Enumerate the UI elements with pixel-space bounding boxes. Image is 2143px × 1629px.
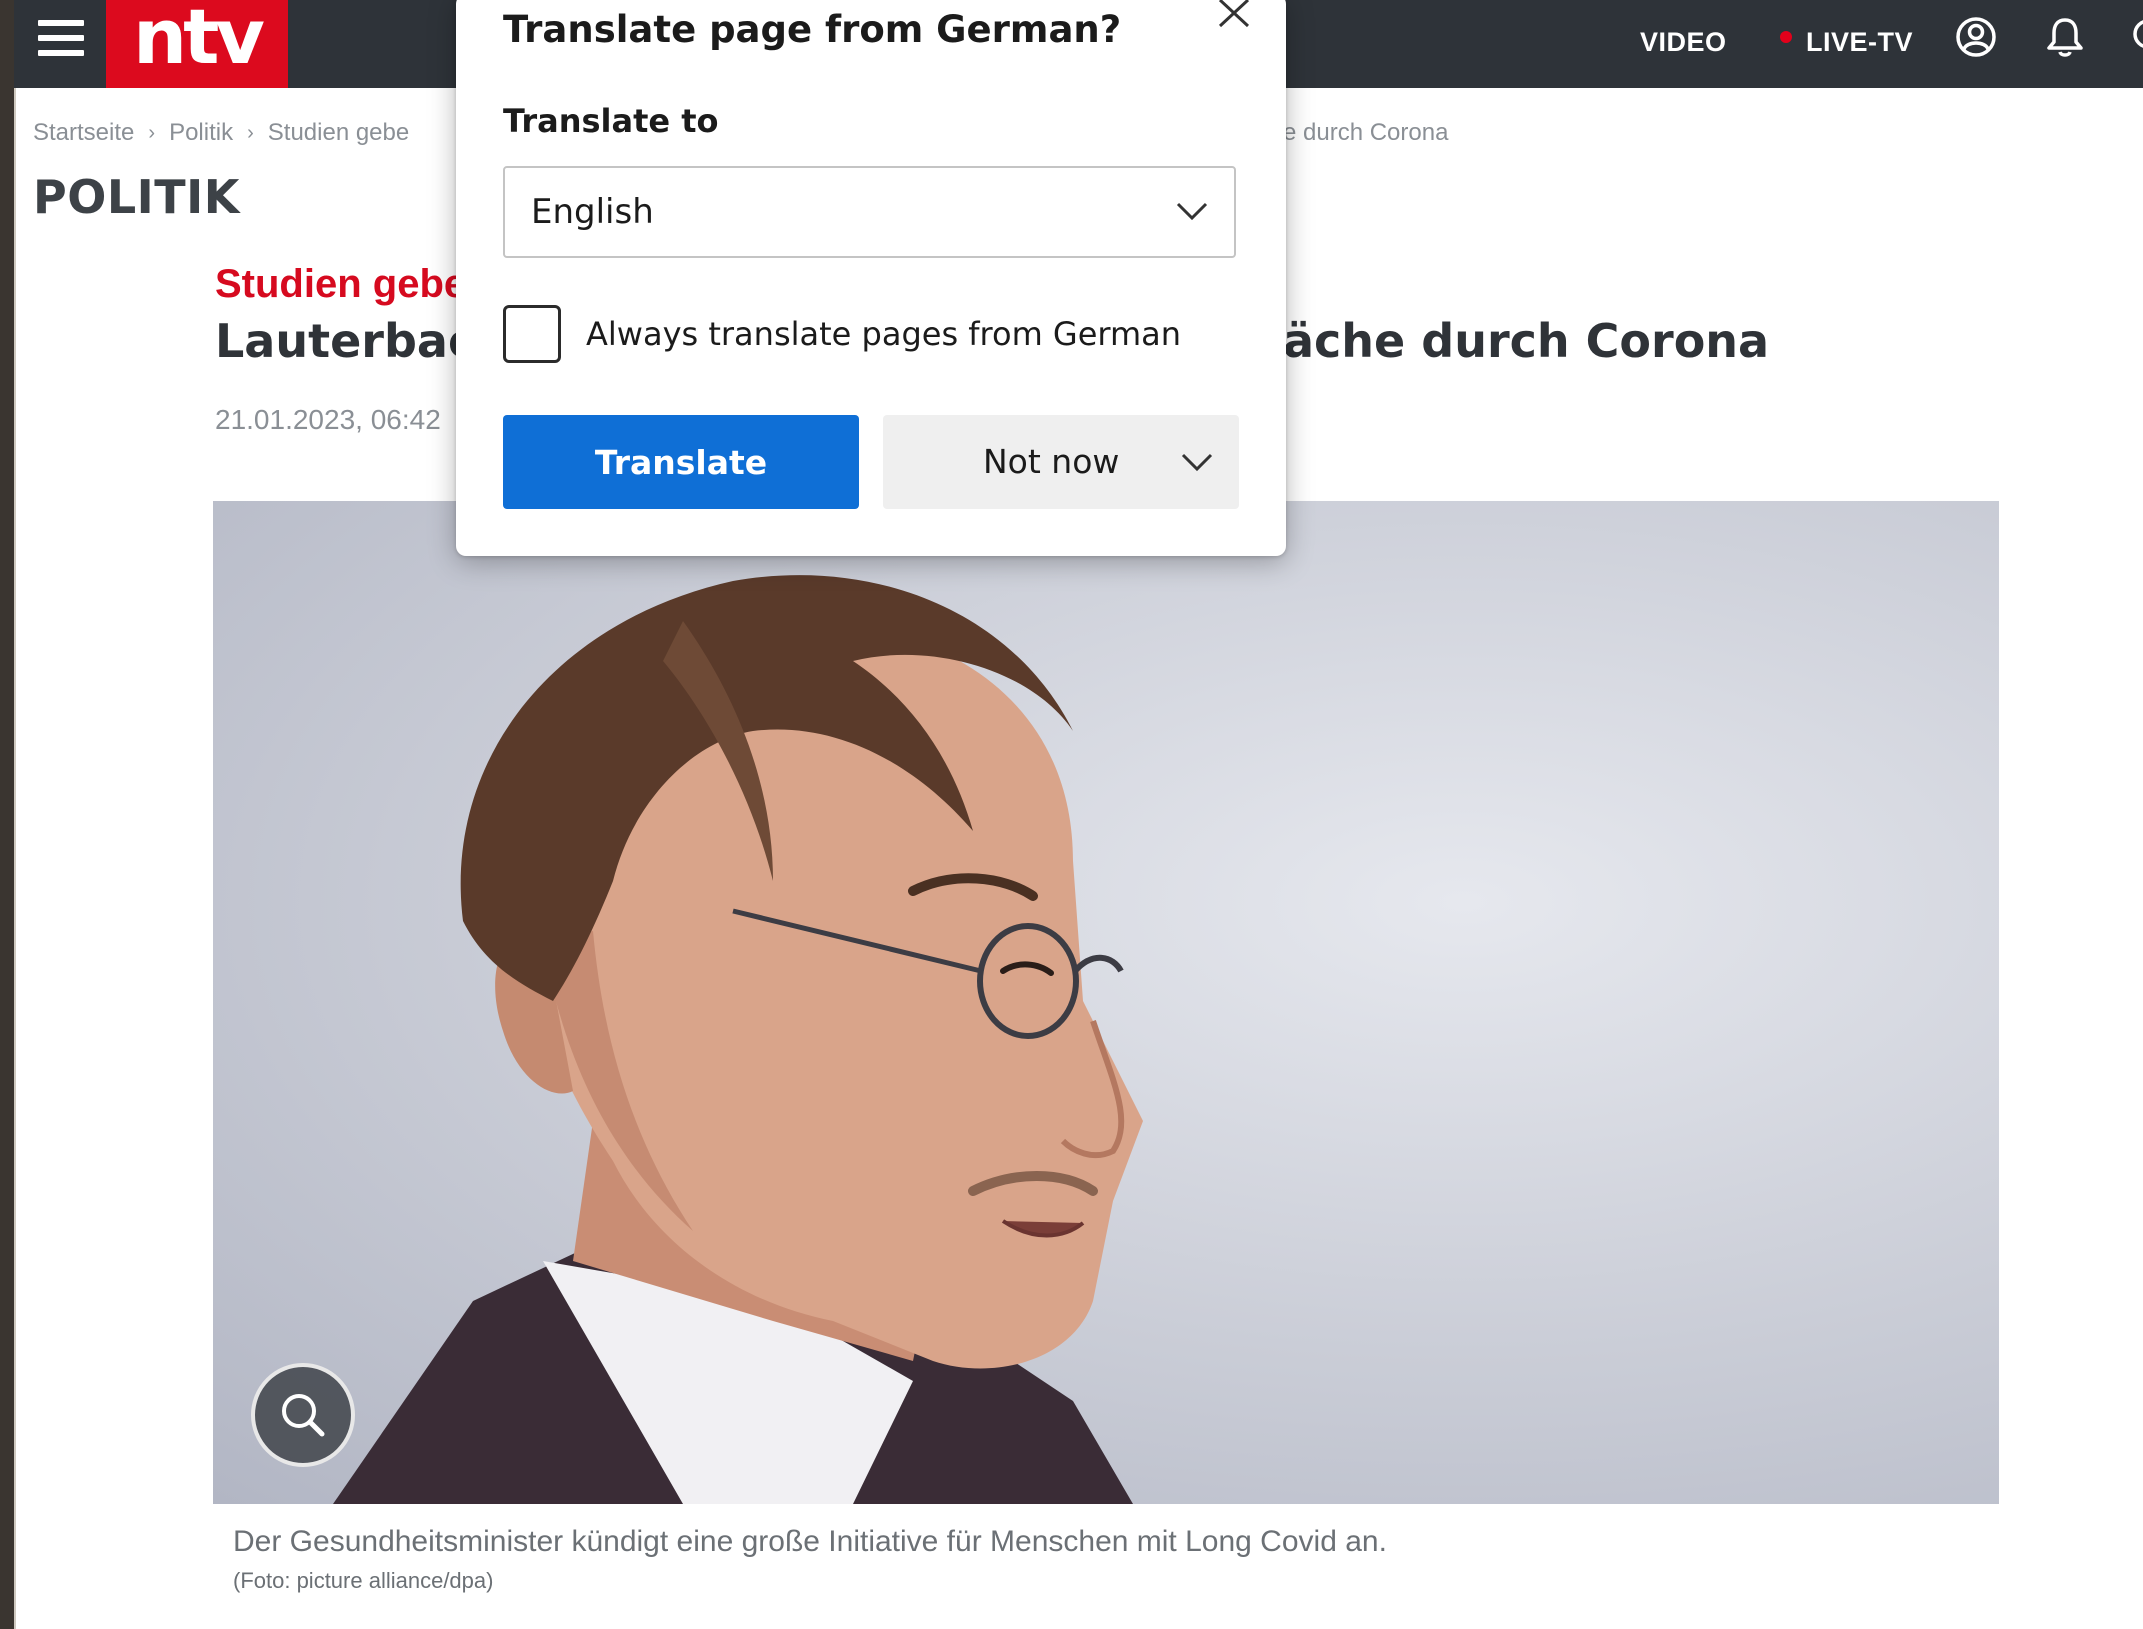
breadcrumb-article-tail[interactable]: e durch Corona xyxy=(1283,118,1448,148)
breadcrumb: Startseite › Politik › Studien gebe xyxy=(33,118,409,148)
chevron-down-icon xyxy=(1172,194,1212,230)
magnifier-icon xyxy=(282,1394,325,1437)
nav-live-tv-link[interactable]: LIVE-TV xyxy=(1806,22,1913,62)
image-credit: (Foto: picture alliance/dpa) xyxy=(233,1568,494,1593)
search-icon-partial[interactable] xyxy=(2128,14,2143,60)
breadcrumb-separator-icon: › xyxy=(247,121,254,144)
window-left-frame-edge xyxy=(14,88,16,1629)
nav-video-link[interactable]: VIDEO xyxy=(1640,22,1727,62)
not-now-label: Not now xyxy=(983,442,1120,481)
logo-text: ntv xyxy=(133,0,265,81)
portrait-illustration xyxy=(333,575,1143,1504)
translate-to-label: Translate to xyxy=(503,102,719,140)
always-translate-label[interactable]: Always translate pages from German xyxy=(586,310,1181,358)
chevron-down-icon[interactable] xyxy=(1177,445,1217,481)
account-icon[interactable] xyxy=(1953,14,1999,60)
breadcrumb-item-article[interactable]: Studien gebe xyxy=(268,119,409,147)
breadcrumb-separator-icon: › xyxy=(148,121,156,144)
section-title: POLITIK xyxy=(33,170,240,224)
breadcrumb-item-startseite[interactable]: Startseite xyxy=(33,119,134,147)
translate-button[interactable]: Translate xyxy=(503,415,859,509)
article-kicker: Studien gebe xyxy=(215,262,467,306)
article-headline-left: Lauterbacl xyxy=(215,314,491,368)
language-select[interactable]: English xyxy=(503,166,1236,258)
live-indicator-dot xyxy=(1780,31,1792,43)
not-now-button[interactable]: Not now xyxy=(883,415,1239,509)
breadcrumb-item-politik[interactable]: Politik xyxy=(169,119,233,147)
zoom-image-button[interactable] xyxy=(251,1363,355,1467)
article-dateline: 21.01.2023, 06:42 xyxy=(215,404,441,435)
ntv-logo[interactable]: ntv xyxy=(106,0,288,88)
bell-icon[interactable] xyxy=(2042,14,2088,60)
article-headline-right: äche durch Corona xyxy=(1283,314,1770,368)
always-translate-checkbox[interactable] xyxy=(503,305,561,363)
translate-popup: Translate page from German? Translate to… xyxy=(456,0,1286,556)
menu-icon[interactable] xyxy=(38,16,88,60)
popup-title: Translate page from German? xyxy=(503,8,1122,51)
image-caption: Der Gesundheitsminister kündigt eine gro… xyxy=(233,1525,1387,1558)
window-left-frame xyxy=(0,0,14,1629)
article-image xyxy=(213,501,1999,1504)
language-select-value: English xyxy=(531,192,654,232)
close-icon[interactable] xyxy=(1210,0,1256,36)
